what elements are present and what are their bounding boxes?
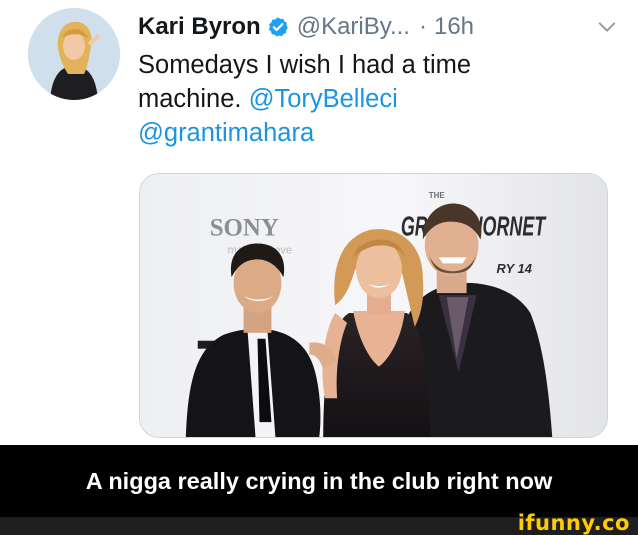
- verified-badge-icon: [267, 16, 289, 38]
- meme-caption-bar: A nigga really crying in the club right …: [0, 445, 638, 517]
- backdrop-sony-text: SONY: [210, 215, 279, 242]
- tweet-text-plain: machine.: [138, 85, 249, 113]
- ifunny-watermark-logo: ifunny.co: [517, 511, 630, 535]
- tweet-header: Kari Byron @KariBy... · 16h: [138, 10, 618, 44]
- tweet-media-photo[interactable]: SONY make.believe THE GREEN HORNET RY 14: [139, 173, 608, 438]
- tweet-text-line-2: machine. @ToryBelleci: [138, 82, 618, 116]
- avatar[interactable]: [28, 8, 120, 100]
- photo-image: SONY make.believe THE GREEN HORNET RY 14: [140, 174, 607, 437]
- avatar-image: [28, 8, 120, 100]
- backdrop-title-small: THE: [429, 191, 445, 200]
- separator-dot: ·: [418, 13, 427, 40]
- tweet-text: Somedays I wish I had a time machine. @T…: [138, 48, 618, 150]
- tweet-text-line-3: @grantimahara: [138, 116, 618, 150]
- mention-link-grantimahara[interactable]: @grantimahara: [138, 119, 314, 147]
- author-handle[interactable]: @KariBy...: [297, 13, 410, 41]
- mention-link-torybelleci[interactable]: @ToryBelleci: [249, 85, 398, 113]
- backdrop-date-text: RY 14: [496, 261, 531, 276]
- tweet-text-line-1: Somedays I wish I had a time: [138, 48, 618, 82]
- author-name[interactable]: Kari Byron: [138, 13, 261, 41]
- tweet-timestamp[interactable]: 16h: [434, 13, 474, 41]
- meme-caption-text: A nigga really crying in the club right …: [85, 467, 553, 494]
- chevron-down-icon[interactable]: [596, 16, 618, 38]
- tweet-text-plain: Somedays I wish I had a time: [138, 51, 472, 79]
